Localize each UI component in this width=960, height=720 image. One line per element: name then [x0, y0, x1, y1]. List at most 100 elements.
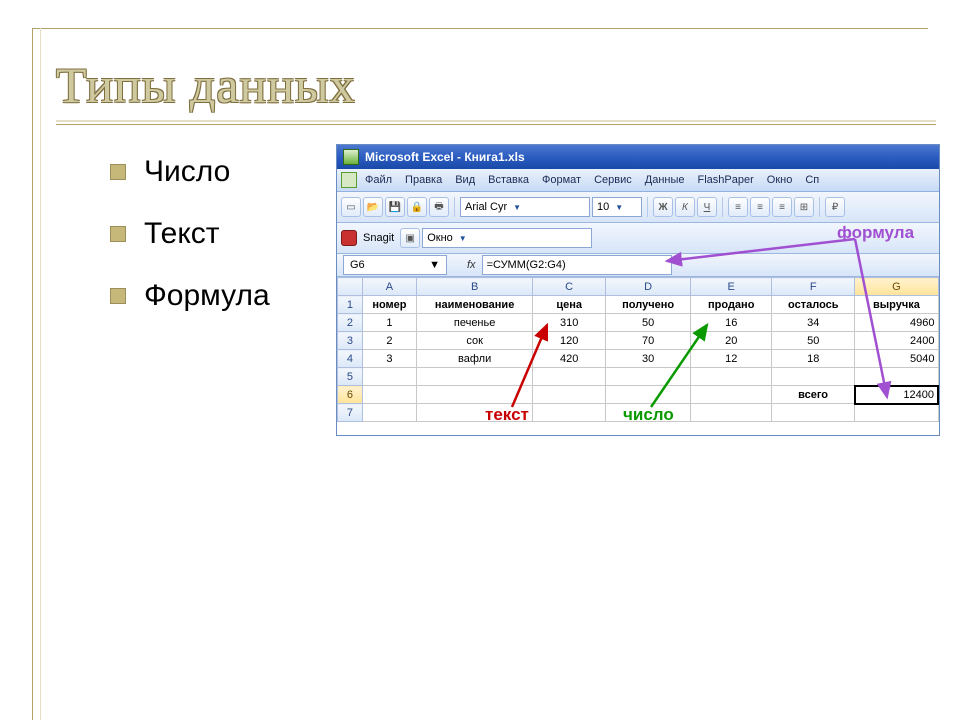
menu-help[interactable]: Сп	[800, 172, 824, 188]
cell[interactable]: номер	[362, 296, 416, 314]
row-header[interactable]: 7	[338, 404, 363, 422]
col-header[interactable]: F	[772, 278, 855, 296]
cell[interactable]: 120	[533, 332, 606, 350]
cell[interactable]	[691, 404, 772, 422]
cell[interactable]: 16	[691, 314, 772, 332]
cell[interactable]: 50	[606, 314, 691, 332]
cell[interactable]: получено	[606, 296, 691, 314]
cell[interactable]: 310	[533, 314, 606, 332]
row-header[interactable]: 2	[338, 314, 363, 332]
currency-button[interactable]: ₽	[825, 197, 845, 217]
cell[interactable]	[533, 404, 606, 422]
cell[interactable]: продано	[691, 296, 772, 314]
cell[interactable]: 30	[606, 350, 691, 368]
cell[interactable]	[416, 404, 532, 422]
italic-button[interactable]: К	[675, 197, 695, 217]
cell[interactable]	[606, 368, 691, 386]
row-header[interactable]: 6	[338, 386, 363, 404]
align-left-button[interactable]: ≡	[728, 197, 748, 217]
snagit-capture-button[interactable]: ▣	[400, 228, 420, 248]
align-right-button[interactable]: ≡	[772, 197, 792, 217]
menu-flashpaper[interactable]: FlashPaper	[693, 172, 759, 188]
permission-button[interactable]: 🔒	[407, 197, 427, 217]
open-button[interactable]: 📂	[363, 197, 383, 217]
cell[interactable]: 2	[362, 332, 416, 350]
merge-button[interactable]: ⊞	[794, 197, 814, 217]
cell[interactable]	[416, 368, 532, 386]
formula-input[interactable]: =СУММ(G2:G4)	[482, 255, 672, 275]
cell[interactable]	[362, 404, 416, 422]
save-button[interactable]: 💾	[385, 197, 405, 217]
cell[interactable]	[855, 368, 938, 386]
cell[interactable]: 20	[691, 332, 772, 350]
worksheet[interactable]: A B C D E F G 1 номер наименование цена …	[337, 277, 939, 422]
cell-selected[interactable]: 12400	[855, 386, 938, 404]
font-size-combo[interactable]: 10▼	[592, 197, 642, 217]
cell[interactable]	[691, 386, 772, 404]
cell[interactable]: 12	[691, 350, 772, 368]
col-header[interactable]: B	[416, 278, 532, 296]
fx-icon[interactable]: fx	[467, 259, 476, 271]
align-center-button[interactable]: ≡	[750, 197, 770, 217]
menu-edit[interactable]: Правка	[400, 172, 447, 188]
menu-window[interactable]: Окно	[762, 172, 798, 188]
select-all-corner[interactable]	[338, 278, 363, 296]
cell[interactable]: 3	[362, 350, 416, 368]
slide-title: Типы данных	[56, 56, 356, 114]
col-header[interactable]: A	[362, 278, 416, 296]
cell[interactable]: 420	[533, 350, 606, 368]
cell[interactable]: выручка	[855, 296, 938, 314]
cell[interactable]	[533, 386, 606, 404]
cell[interactable]: 34	[772, 314, 855, 332]
cell[interactable]: вафли	[416, 350, 532, 368]
col-header[interactable]: E	[691, 278, 772, 296]
cell[interactable]: 4960	[855, 314, 938, 332]
row-header[interactable]: 4	[338, 350, 363, 368]
menu-format[interactable]: Формат	[537, 172, 586, 188]
frame-line	[32, 28, 33, 720]
cell[interactable]	[772, 404, 855, 422]
cell[interactable]: наименование	[416, 296, 532, 314]
underline-button[interactable]: Ч	[697, 197, 717, 217]
cell[interactable]	[606, 386, 691, 404]
cell[interactable]: осталось	[772, 296, 855, 314]
cell[interactable]: 5040	[855, 350, 938, 368]
cell[interactable]: 1	[362, 314, 416, 332]
menu-file[interactable]: Файл	[360, 172, 397, 188]
print-button[interactable]: 🖶	[429, 197, 449, 217]
font-name-combo[interactable]: Arial Cyr▼	[460, 197, 590, 217]
col-header[interactable]: C	[533, 278, 606, 296]
cell[interactable]	[855, 404, 938, 422]
menu-view[interactable]: Вид	[450, 172, 480, 188]
toolbar-separator	[722, 197, 723, 217]
row-header[interactable]: 3	[338, 332, 363, 350]
menu-insert[interactable]: Вставка	[483, 172, 534, 188]
cell[interactable]	[772, 368, 855, 386]
row-header[interactable]: 5	[338, 368, 363, 386]
app-menu-icon[interactable]	[341, 172, 357, 188]
cell[interactable]: всего	[772, 386, 855, 404]
cell[interactable]	[362, 386, 416, 404]
row-header[interactable]: 1	[338, 296, 363, 314]
cell[interactable]: 50	[772, 332, 855, 350]
cell[interactable]: цена	[533, 296, 606, 314]
snagit-window-combo[interactable]: Окно▼	[422, 228, 592, 248]
cell[interactable]	[606, 404, 691, 422]
cell[interactable]: 70	[606, 332, 691, 350]
cell[interactable]	[533, 368, 606, 386]
cell[interactable]	[416, 386, 532, 404]
new-button[interactable]: ▭	[341, 197, 361, 217]
cell[interactable]	[362, 368, 416, 386]
cell[interactable]: 2400	[855, 332, 938, 350]
cell[interactable]: 18	[772, 350, 855, 368]
menu-data[interactable]: Данные	[640, 172, 690, 188]
cell[interactable]: печенье	[416, 314, 532, 332]
col-header[interactable]: G	[855, 278, 938, 296]
name-box[interactable]: G6▼	[343, 255, 447, 275]
bold-button[interactable]: Ж	[653, 197, 673, 217]
cell[interactable]: сок	[416, 332, 532, 350]
cell[interactable]	[691, 368, 772, 386]
menu-tools[interactable]: Сервис	[589, 172, 637, 188]
col-header[interactable]: D	[606, 278, 691, 296]
table-row: 3 2 сок 120 70 20 50 2400	[338, 332, 939, 350]
